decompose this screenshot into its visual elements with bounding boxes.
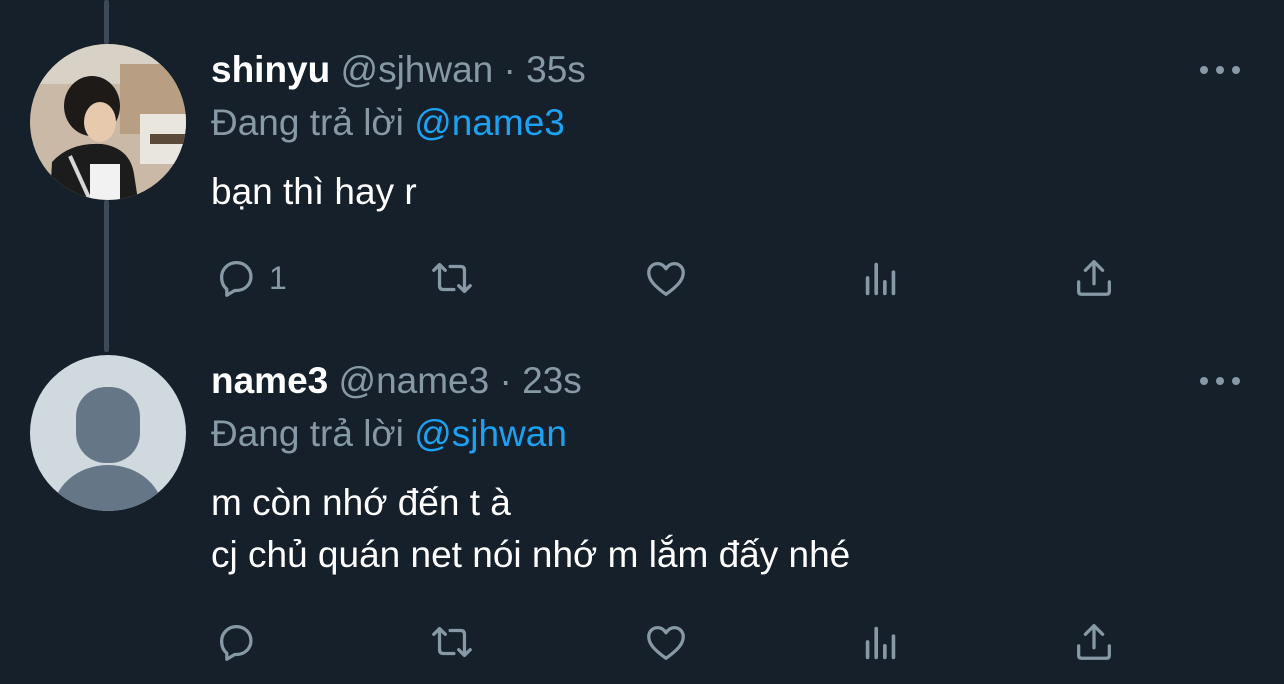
analytics-icon <box>865 626 896 660</box>
heart-icon <box>647 625 685 660</box>
display-name[interactable]: shinyu <box>211 49 330 90</box>
tweet-text-line: m còn nhớ đến t à <box>211 482 511 523</box>
retweet-button[interactable] <box>429 620 475 664</box>
analytics-button[interactable] <box>858 620 904 664</box>
tweet-header: shinyu @sjhwan · 35s <box>211 48 586 92</box>
replying-to-label: Đang trả lời <box>211 413 404 454</box>
replying-to: Đang trả lời @name3 <box>211 101 565 145</box>
replying-to-label: Đang trả lời <box>211 102 404 143</box>
reply-icon <box>219 261 253 297</box>
avatar[interactable] <box>30 44 186 200</box>
default-profile-icon <box>30 355 186 511</box>
more-options-icon[interactable] <box>1198 371 1242 391</box>
analytics-button[interactable] <box>858 256 904 300</box>
tweet[interactable]: shinyu @sjhwan · 35s Đang trả lời @name3… <box>0 0 1284 330</box>
like-button[interactable] <box>643 620 689 664</box>
replying-to: Đang trả lời @sjhwan <box>211 412 567 456</box>
retweet-button[interactable] <box>429 256 475 300</box>
reply-mention-link[interactable]: @name3 <box>414 102 565 143</box>
retweet-icon <box>432 262 472 294</box>
separator-dot: · <box>499 360 512 401</box>
user-handle[interactable]: @name3 <box>339 360 490 401</box>
heart-icon <box>647 261 685 296</box>
tweet[interactable]: name3 @name3 · 23s Đang trả lời @sjhwan … <box>0 330 1284 684</box>
tweet-header: name3 @name3 · 23s <box>211 359 582 403</box>
tweet-text: bạn thì hay r <box>211 166 417 218</box>
analytics-icon <box>865 262 896 296</box>
tweet-text-line: bạn thì hay r <box>211 171 417 212</box>
avatar[interactable] <box>30 355 186 511</box>
timestamp[interactable]: 23s <box>522 360 582 401</box>
more-options-icon[interactable] <box>1198 60 1242 80</box>
reply-icon <box>219 625 253 661</box>
share-icon <box>1077 624 1111 660</box>
share-icon <box>1077 260 1111 296</box>
timestamp[interactable]: 35s <box>526 49 586 90</box>
tweet-text-line: cj chủ quán net nói nhớ m lắm đấy nhé <box>211 534 851 575</box>
like-button[interactable] <box>643 256 689 300</box>
reply-button[interactable] <box>213 620 269 664</box>
share-button[interactable] <box>1071 620 1117 664</box>
separator-dot: · <box>503 49 516 90</box>
reply-button[interactable]: 1 <box>213 256 287 300</box>
reply-count: 1 <box>269 259 287 296</box>
tweet-text: m còn nhớ đến t à cj chủ quán net nói nh… <box>211 477 850 581</box>
user-handle[interactable]: @sjhwan <box>341 49 494 90</box>
reply-mention-link[interactable]: @sjhwan <box>414 413 567 454</box>
display-name[interactable]: name3 <box>211 360 328 401</box>
share-button[interactable] <box>1071 256 1117 300</box>
retweet-icon <box>432 626 472 658</box>
user-photo-icon <box>30 44 186 200</box>
